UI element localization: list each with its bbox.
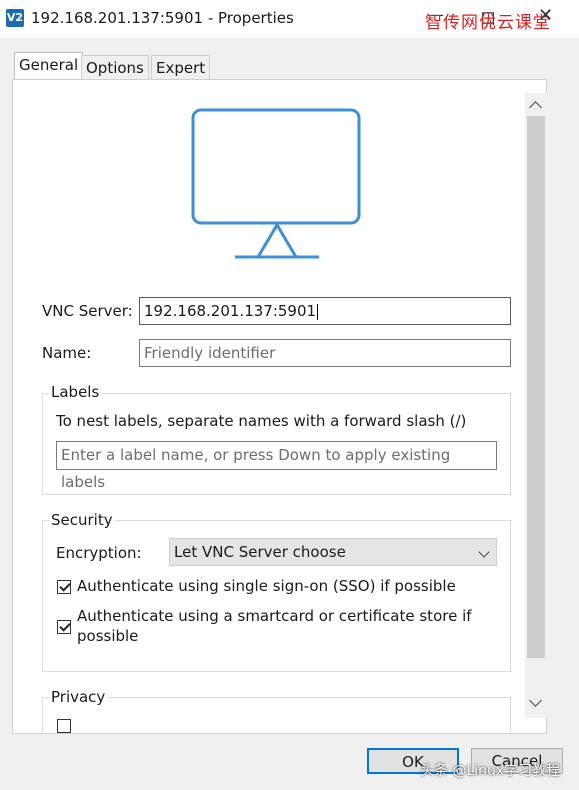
monitor-icon: [191, 108, 361, 259]
vnc-server-label: VNC Server:: [42, 302, 133, 320]
scroll-down-icon[interactable]: [529, 694, 542, 707]
encryption-select-value: Let VNC Server choose: [174, 543, 346, 561]
text-caret: [317, 303, 319, 320]
name-input[interactable]: Friendly identifier: [139, 339, 511, 367]
title-bar: V2 192.168.201.137:5901 - Properties — 口…: [0, 0, 579, 38]
privacy-checkbox[interactable]: [57, 719, 71, 733]
watermark-text: 智传网优云课堂: [425, 13, 551, 33]
scrollbar-thumb[interactable]: [527, 116, 545, 658]
watermark-text: 头条 @Linux学习教程: [420, 763, 561, 779]
privacy-group-title: Privacy: [49, 688, 108, 706]
privacy-group: [42, 697, 511, 733]
tab-options[interactable]: Options: [81, 55, 149, 79]
scroll-up-icon[interactable]: [529, 101, 542, 114]
name-label: Name:: [42, 344, 92, 362]
labels-group-title: Labels: [49, 383, 102, 401]
checkmark-icon: [59, 620, 71, 632]
smartcard-checkbox-label-line2[interactable]: possible: [77, 627, 138, 645]
security-group-title: Security: [49, 511, 115, 529]
sso-checkbox[interactable]: [57, 580, 71, 594]
labels-hint: To nest labels, separate names with a fo…: [56, 412, 467, 430]
vnc-viewer-app-icon: V2: [6, 9, 24, 27]
window-title: 192.168.201.137:5901 - Properties: [31, 9, 294, 27]
smartcard-checkbox-label-line1[interactable]: Authenticate using a smartcard or certif…: [77, 607, 472, 625]
encryption-select[interactable]: Let VNC Server choose: [169, 538, 497, 566]
chevron-down-icon: [478, 546, 490, 558]
encryption-label: Encryption:: [56, 544, 142, 562]
panel-scrollbar[interactable]: [525, 93, 547, 718]
tab-general[interactable]: General: [14, 52, 84, 80]
vnc-server-value: 192.168.201.137:5901: [144, 302, 317, 320]
general-tab-panel: VNC Server: 192.168.201.137:5901 Name: F…: [12, 79, 547, 734]
close-icon[interactable]: ✕: [538, 5, 553, 26]
tab-expert[interactable]: Expert: [151, 55, 211, 79]
labels-input[interactable]: Enter a label name, or press Down to app…: [56, 441, 497, 491]
sso-checkbox-label[interactable]: Authenticate using single sign-on (SSO) …: [77, 577, 456, 595]
checkmark-icon: [59, 580, 71, 592]
vnc-server-input[interactable]: 192.168.201.137:5901: [139, 297, 511, 325]
smartcard-checkbox[interactable]: [57, 620, 71, 634]
